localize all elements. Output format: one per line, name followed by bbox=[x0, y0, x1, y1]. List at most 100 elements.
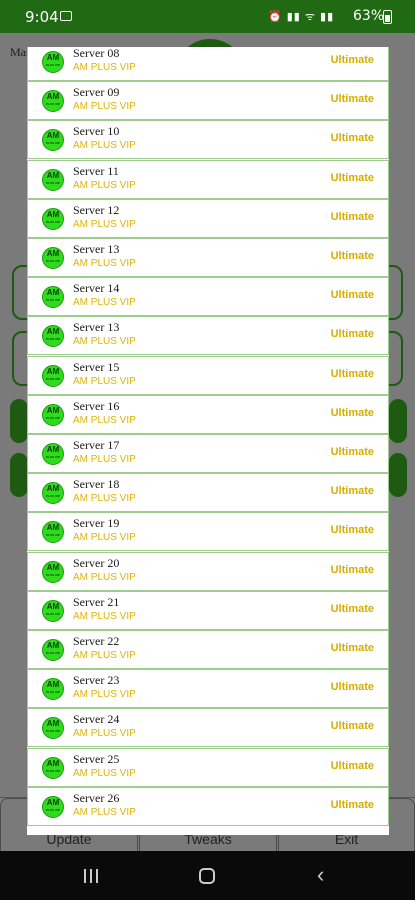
server-subtitle: AM PLUS VIP bbox=[73, 414, 136, 426]
am-plus-logo-icon: AM PLUS VIP bbox=[42, 90, 64, 113]
background-button bbox=[10, 399, 28, 443]
server-name: Server 23 bbox=[73, 673, 120, 688]
server-subtitle: AM PLUS VIP bbox=[73, 571, 136, 583]
server-tier: Ultimate bbox=[330, 602, 374, 615]
server-row[interactable]: AM PLUS VIP Server 20 AM PLUS VIP Ultimate bbox=[27, 551, 389, 591]
server-tier: Ultimate bbox=[330, 132, 374, 145]
server-row[interactable]: AM PLUS VIP Server 13 AM PLUS VIP Ultimate bbox=[27, 316, 389, 356]
server-tier: Ultimate bbox=[330, 54, 374, 66]
logo-subtext: PLUS VIP bbox=[46, 259, 60, 263]
server-subtitle: AM PLUS VIP bbox=[73, 140, 136, 152]
logo-subtext: PLUS VIP bbox=[46, 572, 60, 577]
recents-icon[interactable] bbox=[84, 869, 98, 883]
server-subtitle: AM PLUS VIP bbox=[73, 62, 136, 73]
server-subtitle: AM PLUS VIP bbox=[73, 493, 136, 505]
logo-subtext: PLUS VIP bbox=[46, 533, 60, 538]
am-plus-logo-icon: AM PLUS VIP bbox=[42, 168, 64, 191]
logo-text: AM bbox=[46, 641, 60, 650]
logo-text: AM bbox=[46, 719, 60, 729]
server-name: Server 11 bbox=[73, 163, 119, 178]
logo-text: AM bbox=[46, 680, 60, 690]
navigation-bar: ‹ bbox=[0, 851, 415, 900]
server-row[interactable]: AM PLUS VIP Server 12 AM PLUS VIP Ultimate bbox=[27, 198, 389, 238]
server-tier: Ultimate bbox=[330, 798, 374, 811]
signal-icons: ⏰ ▮▮ ᯤ ▮▮ bbox=[268, 11, 335, 23]
server-name: Server 15 bbox=[73, 359, 120, 374]
server-tier: Ultimate bbox=[330, 759, 374, 772]
server-name: Server 19 bbox=[73, 516, 120, 531]
server-row[interactable]: AM PLUS VIP Server 17 AM PLUS VIP Ultimate bbox=[27, 434, 389, 473]
am-plus-logo-icon: AM PLUS VIP bbox=[42, 795, 64, 818]
logo-subtext: PLUS VIP bbox=[46, 651, 60, 655]
logo-text: AM bbox=[46, 405, 60, 415]
logo-text: AM bbox=[46, 562, 60, 572]
server-subtitle: AM PLUS VIP bbox=[73, 806, 136, 818]
server-row[interactable]: AM PLUS VIP Server 15 AM PLUS VIP Ultimate bbox=[27, 355, 389, 395]
server-row[interactable]: AM PLUS VIP Server 10 AM PLUS VIP Ultimate bbox=[27, 120, 389, 160]
battery-icon bbox=[383, 10, 392, 24]
am-plus-logo-icon: AM PLUS VIP bbox=[42, 599, 64, 622]
battery-percent: 63% bbox=[353, 8, 385, 24]
logo-subtext: PLUS VIP bbox=[46, 494, 60, 499]
server-tier: Ultimate bbox=[330, 171, 374, 184]
server-row[interactable]: AM PLUS VIP Server 11 AM PLUS VIP Ultimate bbox=[27, 159, 389, 199]
logo-subtext: PLUS VIP bbox=[46, 690, 60, 695]
am-plus-logo-icon: AM PLUS VIP bbox=[42, 207, 64, 230]
logo-text: AM bbox=[46, 523, 60, 533]
server-tier: Ultimate bbox=[330, 93, 374, 106]
server-tier: Ultimate bbox=[330, 720, 374, 733]
server-subtitle: AM PLUS VIP bbox=[73, 179, 136, 191]
server-name: Server 08 bbox=[73, 47, 120, 60]
server-tier: Ultimate bbox=[330, 406, 374, 419]
am-plus-logo-icon: AM PLUS VIP bbox=[42, 482, 64, 505]
server-row[interactable]: AM PLUS VIP Server 14 AM PLUS VIP Ultimate bbox=[27, 277, 389, 317]
server-name: Server 13 bbox=[73, 242, 120, 256]
server-name: Server 14 bbox=[73, 281, 120, 296]
server-row[interactable]: AM PLUS VIP Server 21 AM PLUS VIP Ultimate bbox=[27, 590, 389, 630]
server-subtitle: AM PLUS VIP bbox=[73, 454, 136, 465]
am-plus-logo-icon: AM PLUS VIP bbox=[42, 521, 64, 544]
server-row[interactable]: AM PLUS VIP Server 18 AM PLUS VIP Ultimate bbox=[27, 473, 389, 513]
server-row[interactable]: AM PLUS VIP Server 16 AM PLUS VIP Ultimate bbox=[27, 394, 389, 434]
server-name: Server 22 bbox=[73, 634, 120, 648]
server-name: Server 20 bbox=[73, 555, 120, 570]
logo-text: AM bbox=[46, 209, 60, 219]
logo-subtext: PLUS VIP bbox=[46, 729, 60, 734]
server-row[interactable]: AM PLUS VIP Server 22 AM PLUS VIP Ultimate bbox=[27, 630, 389, 669]
logo-text: AM bbox=[46, 601, 60, 611]
logo-text: AM bbox=[46, 797, 60, 807]
server-name: Server 26 bbox=[73, 790, 120, 805]
server-name: Server 12 bbox=[73, 202, 120, 217]
server-list-dialog: AM PLUS VIP Server 08 AM PLUS VIP Ultimate AM… bbox=[27, 47, 389, 835]
server-tier: Ultimate bbox=[330, 563, 374, 576]
am-plus-logo-icon: AM PLUS VIP bbox=[42, 51, 64, 73]
server-row[interactable]: AM PLUS VIP Server 13 AM PLUS VIP Ultimate bbox=[27, 238, 389, 277]
server-subtitle: AM PLUS VIP bbox=[73, 297, 136, 309]
server-name: Server 09 bbox=[73, 85, 120, 100]
logo-subtext: PLUS VIP bbox=[46, 102, 60, 107]
logo-text: AM bbox=[46, 327, 60, 337]
server-row[interactable]: AM PLUS VIP Server 08 AM PLUS VIP Ultimate bbox=[27, 47, 389, 81]
server-row[interactable]: AM PLUS VIP Server 25 AM PLUS VIP Ultimate bbox=[27, 747, 389, 787]
back-icon[interactable]: ‹ bbox=[317, 864, 324, 886]
home-icon[interactable] bbox=[199, 868, 215, 884]
logo-subtext: PLUS VIP bbox=[46, 807, 60, 812]
background-button bbox=[389, 453, 407, 497]
server-row[interactable]: AM PLUS VIP Server 09 AM PLUS VIP Ultimate bbox=[27, 81, 389, 121]
server-row[interactable]: AM PLUS VIP Server 23 AM PLUS VIP Ultimate bbox=[27, 669, 389, 709]
server-subtitle: AM PLUS VIP bbox=[73, 767, 136, 779]
server-row[interactable]: AM PLUS VIP Server 24 AM PLUS VIP Ultimate bbox=[27, 708, 389, 748]
server-row[interactable]: AM PLUS VIP Server 26 AM PLUS VIP Ultimate bbox=[27, 786, 389, 826]
am-plus-logo-icon: AM PLUS VIP bbox=[42, 756, 64, 779]
server-name: Server 13 bbox=[73, 320, 120, 335]
server-subtitle: AM PLUS VIP bbox=[73, 258, 136, 269]
server-row[interactable]: AM PLUS VIP Server 19 AM PLUS VIP Ultimate bbox=[27, 512, 389, 552]
server-tier: Ultimate bbox=[330, 485, 374, 498]
logo-text: AM bbox=[46, 249, 60, 258]
background-button bbox=[10, 453, 28, 497]
gallery-notification-icon bbox=[60, 11, 72, 21]
logo-subtext: PLUS VIP bbox=[46, 376, 60, 381]
logo-subtext: PLUS VIP bbox=[46, 455, 60, 459]
server-name: Server 25 bbox=[73, 751, 120, 766]
server-name: Server 10 bbox=[73, 124, 120, 139]
